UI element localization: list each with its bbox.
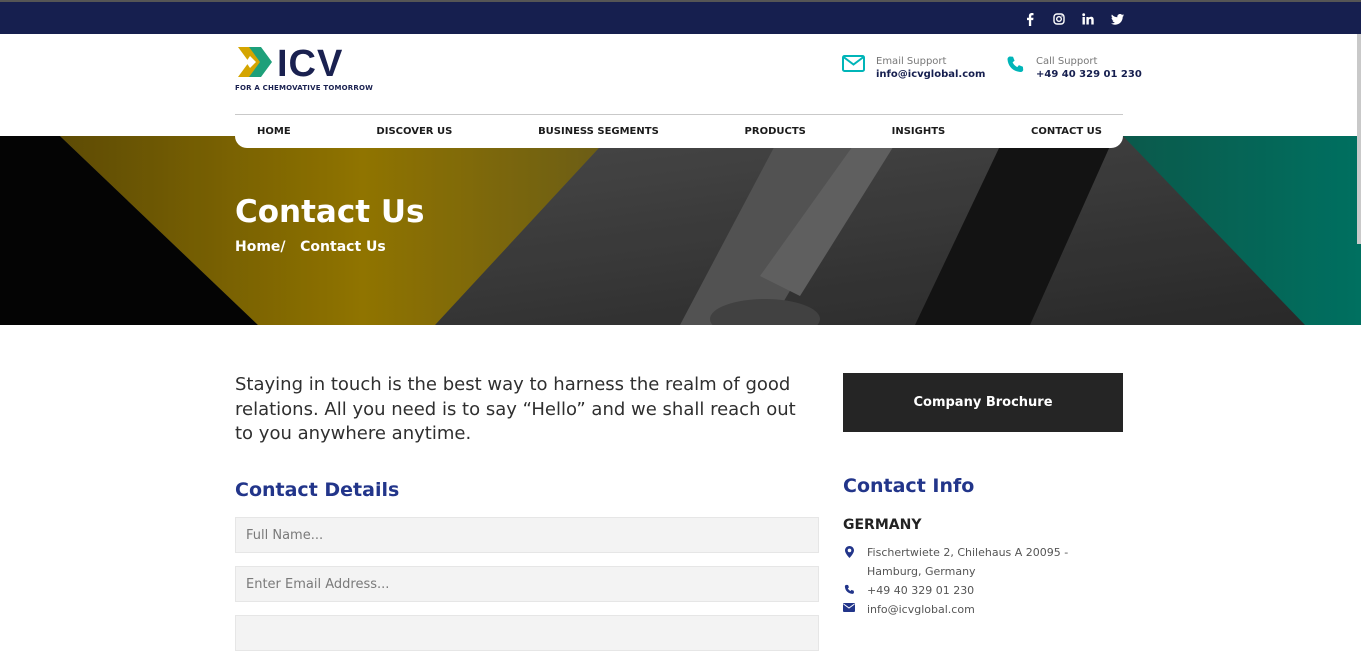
nav-home[interactable]: HOME bbox=[257, 126, 291, 137]
full-name-input[interactable] bbox=[235, 517, 819, 553]
nav-discover-us[interactable]: DISCOVER US bbox=[376, 126, 452, 137]
facebook-icon[interactable] bbox=[1022, 11, 1038, 27]
scrollbar-thumb[interactable] bbox=[1357, 34, 1361, 244]
contact-details-heading: Contact Details bbox=[235, 479, 400, 501]
main-nav: HOME DISCOVER US BUSINESS SEGMENTS PRODU… bbox=[235, 114, 1123, 148]
email-support[interactable]: Email Support info@icvglobal.com bbox=[842, 55, 985, 82]
email-text[interactable]: info@icvglobal.com bbox=[867, 600, 975, 619]
icv-logo-mark: ICV bbox=[238, 43, 343, 85]
email-support-label: Email Support bbox=[876, 56, 947, 67]
nav-business-segments[interactable]: BUSINESS SEGMENTS bbox=[538, 126, 659, 137]
address-text: Fischertwiete 2, Chilehaus A 20095 - Ham… bbox=[867, 546, 1069, 578]
nav-insights[interactable]: INSIGHTS bbox=[892, 126, 946, 137]
contact-info-heading: Contact Info bbox=[843, 475, 975, 497]
company-brochure-button[interactable]: Company Brochure bbox=[843, 373, 1123, 432]
instagram-icon[interactable] bbox=[1051, 11, 1067, 27]
country-label: GERMANY bbox=[843, 517, 922, 533]
address-row: Fischertwiete 2, Chilehaus A 20095 - Ham… bbox=[843, 543, 1093, 581]
brand-tagline: FOR A CHEMOVATIVE TOMORROW bbox=[235, 84, 374, 92]
phone-icon bbox=[1006, 55, 1025, 78]
page-title: Contact Us bbox=[235, 194, 425, 230]
twitter-icon[interactable] bbox=[1109, 11, 1125, 27]
intro-text: Staying in touch is the best way to harn… bbox=[235, 374, 796, 444]
next-form-field[interactable] bbox=[235, 615, 819, 651]
call-support-label: Call Support bbox=[1036, 56, 1098, 67]
breadcrumb: Home/ Contact Us bbox=[235, 239, 386, 255]
social-links bbox=[1022, 11, 1125, 27]
hero-banner: Contact Us Home/ Contact Us bbox=[0, 136, 1361, 325]
linkedin-icon[interactable] bbox=[1080, 11, 1096, 27]
brand-logo[interactable]: ICV FOR A CHEMOVATIVE TOMORROW bbox=[235, 43, 375, 95]
breadcrumb-current: Contact Us bbox=[300, 239, 386, 255]
phone-icon bbox=[843, 581, 855, 600]
breadcrumb-home[interactable]: Home/ bbox=[235, 239, 286, 255]
call-support[interactable]: Call Support +49 40 329 01 230 bbox=[1006, 55, 1142, 82]
email-input[interactable] bbox=[235, 566, 819, 602]
phone-text[interactable]: +49 40 329 01 230 bbox=[867, 581, 974, 600]
nav-contact-us[interactable]: CONTACT US bbox=[1031, 126, 1102, 137]
call-support-value[interactable]: +49 40 329 01 230 bbox=[1036, 68, 1142, 82]
hero-background-image bbox=[0, 136, 1361, 325]
envelope-icon bbox=[842, 55, 865, 76]
top-bar bbox=[0, 0, 1361, 34]
svg-text:ICV: ICV bbox=[277, 45, 343, 83]
email-support-value[interactable]: info@icvglobal.com bbox=[876, 68, 985, 82]
email-row: info@icvglobal.com bbox=[843, 600, 975, 619]
map-marker-icon bbox=[843, 543, 855, 581]
nav-products[interactable]: PRODUCTS bbox=[745, 126, 806, 137]
envelope-icon bbox=[843, 600, 855, 619]
phone-row: +49 40 329 01 230 bbox=[843, 581, 974, 600]
